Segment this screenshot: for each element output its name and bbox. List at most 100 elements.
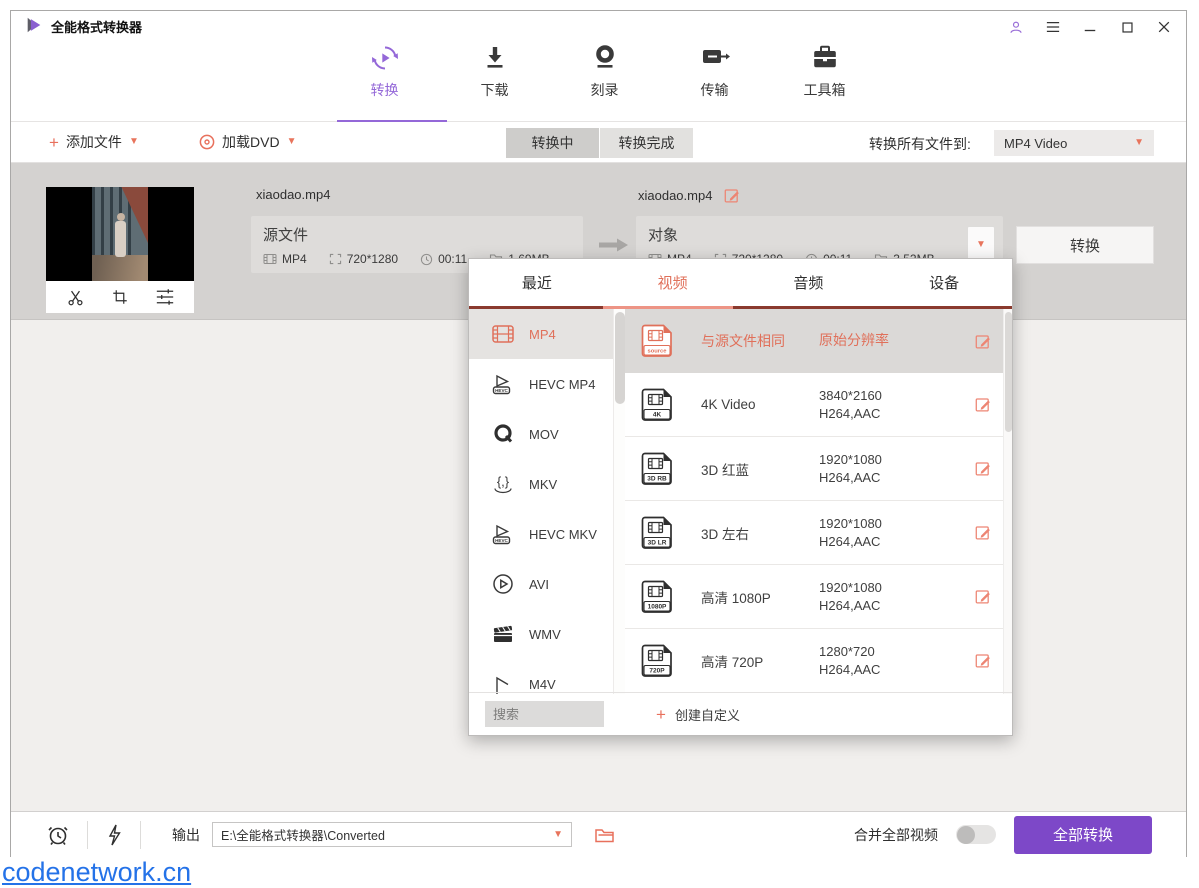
schedule-button[interactable]: [46, 823, 70, 847]
preset-file-icon: 3D LR: [639, 514, 675, 552]
popup-tab-video[interactable]: 视频: [605, 259, 741, 306]
preset-details: 1920*1080 H264,AAC: [819, 516, 959, 549]
nav-tab-burn[interactable]: 刻录: [572, 43, 638, 100]
chevron-down-icon: ▼: [1134, 138, 1144, 148]
nav-tab-label: 转换: [371, 80, 399, 100]
create-custom-button[interactable]: + 创建自定义: [656, 705, 740, 724]
svg-text:source: source: [647, 349, 667, 355]
rename-edit-icon[interactable]: [724, 187, 741, 204]
nav-tab-download[interactable]: 下载: [462, 43, 528, 100]
hevc-play-icon: HEVC: [490, 372, 516, 396]
preset-list-scrollbar-thumb[interactable]: [1005, 312, 1012, 432]
search-input[interactable]: [485, 701, 604, 727]
format-item-mov[interactable]: MOV: [469, 409, 613, 459]
format-label: AVI: [529, 577, 549, 592]
edit-pencil-icon: [975, 524, 992, 541]
preset-details: 1920*1080 H264,AAC: [819, 452, 959, 485]
target-title: 对象: [648, 224, 991, 245]
preset-name: 3D 左右: [701, 523, 819, 543]
tab-converting[interactable]: 转换中: [506, 128, 599, 158]
bottom-bar: 输出 E:\全能格式转换器\Converted ▼ 合并全部视频 全部转换: [11, 811, 1186, 857]
crop-icon: [111, 288, 129, 306]
trim-button[interactable]: [66, 288, 85, 307]
clock-icon: [420, 253, 433, 266]
preset-details: 原始分辨率: [819, 330, 959, 353]
convert-row-button[interactable]: 转换: [1016, 226, 1154, 264]
preset-file-icon: 4K: [639, 386, 675, 424]
target-file-name: xiaodao.mp4: [638, 188, 712, 203]
format-label: M4V: [529, 677, 556, 692]
high-speed-button[interactable]: [105, 823, 123, 847]
preset-file-icon: 720P: [639, 642, 675, 680]
plus-icon: +: [49, 134, 59, 151]
effects-button[interactable]: [155, 288, 175, 306]
format-item-hevc-mp4[interactable]: HEVC HEVC MP4: [469, 359, 613, 409]
format-item-avi[interactable]: AVI: [469, 559, 613, 609]
plus-icon: +: [656, 706, 666, 723]
preset-name: 3D 红蓝: [701, 459, 819, 479]
format-item-m4v[interactable]: M4V: [469, 659, 613, 694]
preset-row-3d-lr[interactable]: 3D LR 3D 左右 1920*1080 H264,AAC: [625, 501, 1012, 565]
burn-disc-icon: [590, 43, 620, 73]
matroska-icon: {,}: [490, 472, 516, 496]
preset-edit-button[interactable]: [975, 460, 992, 477]
preset-edit-button[interactable]: [975, 396, 992, 413]
load-dvd-button[interactable]: 加载DVD ▼: [199, 132, 296, 152]
popup-tab-audio[interactable]: 音频: [741, 259, 877, 306]
lightning-icon: [105, 823, 123, 847]
film-icon: [491, 323, 515, 345]
preset-row-same-as-source[interactable]: source 与源文件相同 原始分辨率: [625, 309, 1012, 373]
preset-file-icon: 1080P: [639, 578, 675, 616]
chevron-down-icon: ▼: [129, 137, 139, 147]
nav-tab-toolbox[interactable]: 工具箱: [792, 43, 858, 100]
preset-edit-button[interactable]: [975, 588, 992, 605]
preset-row-720p[interactable]: 720P 高清 720P 1280*720 H264,AAC: [625, 629, 1012, 693]
format-item-wmv[interactable]: WMV: [469, 609, 613, 659]
sidebar-scrollbar-thumb[interactable]: [615, 312, 625, 404]
tab-converted[interactable]: 转换完成: [600, 128, 693, 158]
preset-row-1080p[interactable]: 1080P 高清 1080P 1920*1080 H264,AAC: [625, 565, 1012, 629]
nav-tab-label: 刻录: [591, 80, 619, 100]
output-path-dropdown[interactable]: E:\全能格式转换器\Converted ▼: [212, 822, 572, 847]
download-icon: [480, 43, 510, 73]
popup-tab-device[interactable]: 设备: [876, 259, 1012, 306]
divider: [140, 821, 141, 849]
add-file-button[interactable]: + 添加文件 ▼: [49, 132, 139, 152]
nav-tab-transfer[interactable]: 传输: [682, 43, 748, 100]
hevc-play-icon: HEVC: [490, 522, 516, 546]
source-resolution: 720*1280: [329, 252, 398, 266]
format-label: MP4: [529, 327, 556, 342]
preset-edit-button[interactable]: [975, 524, 992, 541]
format-label: HEVC MP4: [529, 377, 595, 392]
merge-videos-toggle[interactable]: [956, 825, 996, 844]
convert-all-to-dropdown[interactable]: MP4 Video ▼: [994, 130, 1154, 156]
format-item-mkv[interactable]: {,} MKV: [469, 459, 613, 509]
preset-row-3d-rb[interactable]: 3D RB 3D 红蓝 1920*1080 H264,AAC: [625, 437, 1012, 501]
preset-edit-button[interactable]: [975, 652, 992, 669]
convert-all-button[interactable]: 全部转换: [1014, 816, 1152, 854]
format-item-mp4[interactable]: MP4: [469, 309, 613, 359]
edit-pencil-icon: [975, 588, 992, 605]
nav-tab-convert[interactable]: 转换: [352, 43, 418, 100]
edit-pencil-icon: [975, 460, 992, 477]
preset-name: 高清 1080P: [701, 587, 819, 607]
convert-icon: [370, 43, 400, 73]
preset-name: 高清 720P: [701, 651, 819, 671]
watermark-link[interactable]: codenetwork.cn: [2, 857, 191, 888]
crop-button[interactable]: [111, 288, 129, 306]
chevron-down-icon: ▼: [287, 137, 297, 147]
quicktime-icon: [491, 422, 515, 446]
preset-list: source 与源文件相同 原始分辨率: [625, 309, 1012, 694]
format-sidebar: MP4 HEVC HEVC MP4: [469, 309, 613, 694]
source-title: 源文件: [263, 224, 571, 245]
chevron-down-icon: ▼: [553, 830, 563, 840]
popup-tab-recent[interactable]: 最近: [469, 259, 605, 306]
resolution-icon: [329, 253, 342, 265]
preset-edit-button[interactable]: [975, 333, 992, 350]
thumbnail-photo: [92, 187, 148, 281]
open-folder-button[interactable]: [594, 826, 616, 844]
format-label: MOV: [529, 427, 559, 442]
preset-file-icon: source: [639, 322, 675, 360]
format-item-hevc-mkv[interactable]: HEVC HEVC MKV: [469, 509, 613, 559]
preset-row-4k[interactable]: 4K 4K Video 3840*2160 H264,AAC: [625, 373, 1012, 437]
